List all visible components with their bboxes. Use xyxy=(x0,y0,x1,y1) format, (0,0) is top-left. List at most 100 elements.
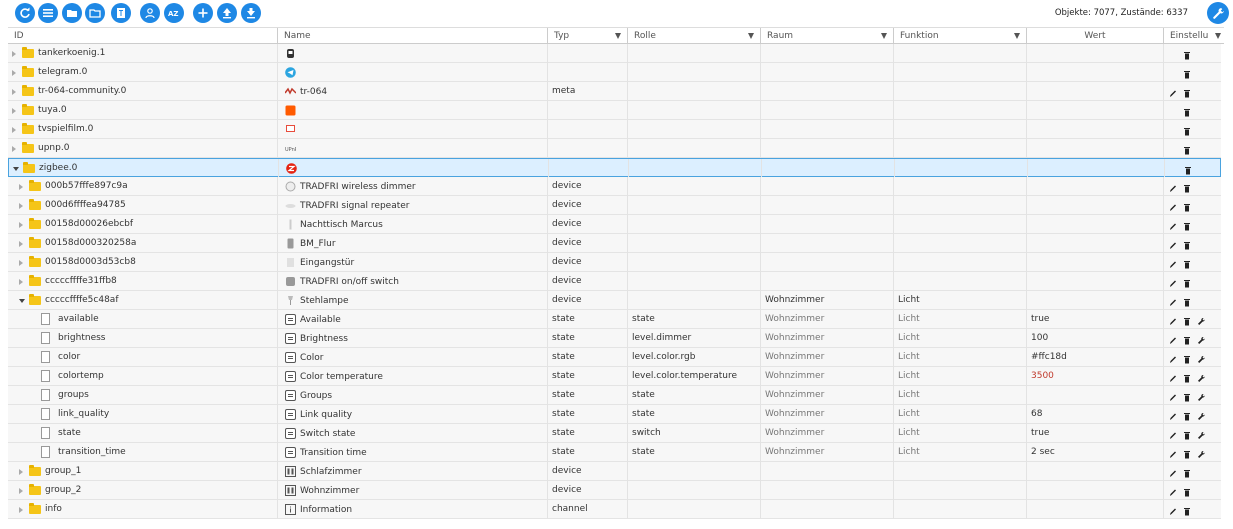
wert-cell[interactable]: #ffc18d xyxy=(1027,348,1164,367)
custom-settings-wrench-icon[interactable] xyxy=(1197,334,1205,344)
id-cell[interactable]: group_2 xyxy=(8,481,278,500)
wert-cell[interactable] xyxy=(1027,462,1164,481)
edit-pencil-icon[interactable] xyxy=(1169,277,1177,287)
state-row[interactable]: transition_time Transition time state state… xyxy=(8,443,1221,462)
edit-pencil-icon[interactable] xyxy=(1169,239,1177,249)
id-cell[interactable]: 000d6ffffea94785 xyxy=(8,196,278,215)
state-row[interactable]: brightness Brightness state level.dimmer Woh… xyxy=(8,329,1221,348)
expand-toggle-icon[interactable] xyxy=(19,260,23,266)
expand-toggle-icon[interactable] xyxy=(19,222,23,228)
delete-trash-icon[interactable] xyxy=(1183,448,1191,459)
tree-row[interactable]: tankerkoenig.1 xyxy=(8,44,1221,63)
delete-trash-icon[interactable] xyxy=(1183,334,1191,345)
collapse-toggle-icon[interactable] xyxy=(13,167,19,171)
state-row[interactable]: groups Groups state state Wohnzimmer Licht xyxy=(8,386,1221,405)
id-cell[interactable]: upnp.0 xyxy=(8,139,278,158)
edit-pencil-icon[interactable] xyxy=(1169,296,1177,306)
edit-pencil-icon[interactable] xyxy=(1169,467,1177,477)
wert-cell[interactable] xyxy=(1027,481,1164,500)
id-cell[interactable]: 00158d0003d53cb8 xyxy=(8,253,278,272)
custom-settings-wrench-icon[interactable] xyxy=(1197,429,1205,439)
state-row[interactable]: link_quality Link quality state state Wohnzi… xyxy=(8,405,1221,424)
header-einstellungen[interactable]: Einstellu xyxy=(1164,28,1224,44)
delete-trash-icon[interactable] xyxy=(1183,486,1191,497)
wert-cell[interactable] xyxy=(1027,291,1164,310)
state-row[interactable]: colortemp Color temperature state level.col… xyxy=(8,367,1221,386)
expand-toggle-icon[interactable] xyxy=(19,279,23,285)
header-funktion[interactable]: Funktion xyxy=(894,28,1027,44)
expand-toggle-icon[interactable] xyxy=(12,146,16,152)
wert-cell[interactable] xyxy=(1027,63,1164,82)
wert-cell[interactable] xyxy=(1027,44,1164,63)
wert-cell[interactable]: 68 xyxy=(1027,405,1164,424)
expand-toggle-icon[interactable] xyxy=(12,89,16,95)
header-typ[interactable]: Typ xyxy=(548,28,628,44)
edit-pencil-icon[interactable] xyxy=(1169,391,1177,401)
expand-toggle-icon[interactable] xyxy=(19,488,23,494)
sort-az-icon[interactable]: AZ xyxy=(164,3,184,23)
wert-cell[interactable] xyxy=(1027,120,1164,139)
edit-pencil-icon[interactable] xyxy=(1169,334,1177,344)
edit-pencil-icon[interactable] xyxy=(1169,220,1177,230)
id-cell[interactable]: colortemp xyxy=(8,367,278,386)
wert-cell[interactable] xyxy=(1027,196,1164,215)
id-cell[interactable]: tvspielfilm.0 xyxy=(8,120,278,139)
wert-cell[interactable] xyxy=(1027,177,1164,196)
id-cell[interactable]: state xyxy=(8,424,278,443)
add-icon[interactable] xyxy=(193,3,213,23)
header-raum[interactable]: Raum xyxy=(761,28,894,44)
tree-row[interactable]: 00158d00026ebcbf Nachttisch Marcus device xyxy=(8,215,1221,234)
delete-trash-icon[interactable] xyxy=(1183,429,1191,440)
filter-icon[interactable] xyxy=(748,33,754,39)
edit-pencil-icon[interactable] xyxy=(1169,258,1177,268)
wert-cell[interactable] xyxy=(1027,215,1164,234)
id-cell[interactable]: 000b57fffe897c9a xyxy=(8,177,278,196)
id-cell[interactable]: tr-064-community.0 xyxy=(8,82,278,101)
tree-row[interactable]: tvspielfilm.0 xyxy=(8,120,1221,139)
id-cell[interactable]: tuya.0 xyxy=(8,101,278,120)
custom-settings-wrench-icon[interactable] xyxy=(1197,391,1205,401)
custom-settings-wrench-icon[interactable] xyxy=(1197,372,1205,382)
id-cell[interactable]: cccccffffe5c48af xyxy=(8,291,278,310)
id-cell[interactable]: 00158d000320258a xyxy=(8,234,278,253)
custom-settings-wrench-icon[interactable] xyxy=(1197,353,1205,363)
state-row[interactable]: color Color state level.color.rgb Wohnzimmer… xyxy=(8,348,1221,367)
state-row[interactable]: available Available state state Wohnzimmer Li… xyxy=(8,310,1221,329)
id-cell[interactable]: link_quality xyxy=(8,405,278,424)
collapse-toggle-icon[interactable] xyxy=(19,299,25,303)
wert-cell[interactable] xyxy=(1027,272,1164,291)
tree-row[interactable]: cccccffffe31ffb8 TRADFRI on/off switch dev… xyxy=(8,272,1221,291)
delete-trash-icon[interactable] xyxy=(1183,505,1191,516)
download-icon[interactable] xyxy=(241,3,261,23)
tree-row[interactable]: zigbee.0 xyxy=(8,158,1221,178)
upload-icon[interactable] xyxy=(217,3,237,23)
tree-row[interactable]: tuya.0 xyxy=(8,101,1221,120)
id-cell[interactable]: telegram.0 xyxy=(8,63,278,82)
filter-icon[interactable] xyxy=(881,33,887,39)
wert-cell[interactable] xyxy=(1027,386,1164,405)
state-row[interactable]: state Switch state state switch Wohnzimmer Li… xyxy=(8,424,1221,443)
delete-trash-icon[interactable] xyxy=(1183,277,1191,288)
wert-cell[interactable] xyxy=(1027,253,1164,272)
id-cell[interactable]: cccccffffe31ffb8 xyxy=(8,272,278,291)
delete-trash-icon[interactable] xyxy=(1183,220,1191,231)
wert-cell[interactable] xyxy=(1028,159,1165,178)
tree-row[interactable]: telegram.0 xyxy=(8,63,1221,82)
tree-row[interactable]: group_2 Wohnzimmer device xyxy=(8,481,1221,500)
edit-pencil-icon[interactable] xyxy=(1169,372,1177,382)
document-icon[interactable] xyxy=(111,3,131,23)
header-rolle[interactable]: Rolle xyxy=(628,28,761,44)
delete-trash-icon[interactable] xyxy=(1183,410,1191,421)
expand-toggle-icon[interactable] xyxy=(12,70,16,76)
wert-cell[interactable] xyxy=(1027,500,1164,519)
wert-cell[interactable]: true xyxy=(1027,310,1164,329)
tree-row[interactable]: 00158d000320258a BM_Flur device xyxy=(8,234,1221,253)
wert-cell[interactable]: 100 xyxy=(1027,329,1164,348)
wert-cell[interactable]: 3500 xyxy=(1027,367,1164,386)
filter-icon[interactable] xyxy=(615,33,621,39)
filter-icon[interactable] xyxy=(1215,33,1221,39)
tree-row[interactable]: group_1 Schlafzimmer device xyxy=(8,462,1221,481)
delete-trash-icon[interactable] xyxy=(1183,315,1191,326)
tree-row[interactable]: tr-064-community.0 tr-064 meta xyxy=(8,82,1221,101)
custom-settings-wrench-icon[interactable] xyxy=(1197,410,1205,420)
